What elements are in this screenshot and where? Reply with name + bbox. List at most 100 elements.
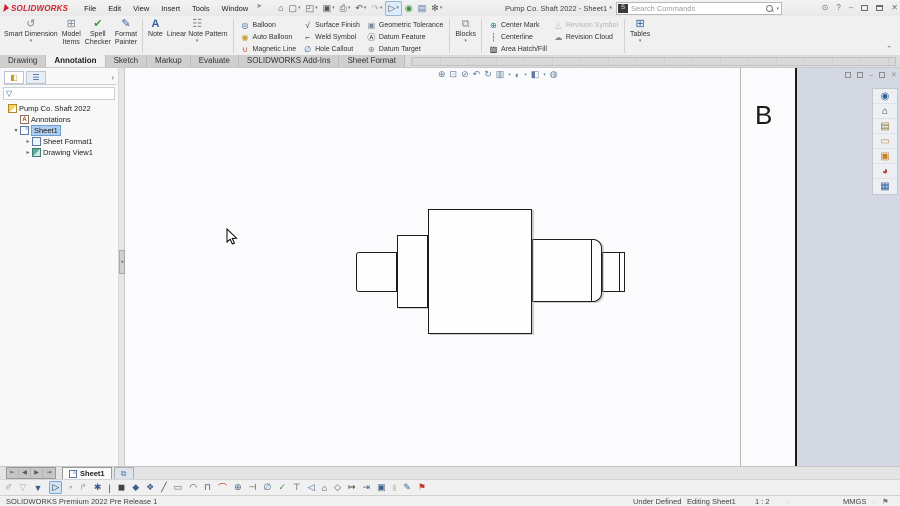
toolbar-icon[interactable]: ✓ (278, 482, 286, 493)
expand-arrow-icon[interactable]: ▸ (24, 138, 32, 145)
search-icon[interactable] (766, 4, 774, 13)
toolbar-icon[interactable]: ✎ (403, 482, 411, 493)
design-library-tab[interactable]: ▤ (873, 119, 897, 134)
menu-window[interactable]: Window (216, 2, 255, 15)
first-sheet-button[interactable]: ⇤ (7, 468, 19, 478)
revision-symbol-button[interactable]: △ Revision Symbol (550, 19, 621, 31)
property-manager-tab-icon[interactable]: ☰ (26, 70, 46, 84)
toolbar-icon[interactable]: ∅ (263, 482, 271, 493)
toolbar-icon[interactable]: ▭ (174, 482, 183, 493)
auto-balloon-button[interactable]: ◉ Auto Balloon (237, 31, 300, 43)
tab-evaluate[interactable]: Evaluate (190, 55, 239, 67)
minimize-button[interactable]: – (849, 3, 853, 12)
file-properties-button[interactable]: ▤ (416, 2, 429, 15)
toolbar-icon[interactable]: ⊣ (249, 482, 257, 493)
view-settings-icon[interactable]: ◐ (515, 70, 520, 80)
centerline-button[interactable]: ┆ Centerline (485, 31, 550, 43)
tab-sheet-format[interactable]: Sheet Format (339, 55, 405, 67)
datum-feature-button[interactable]: Ⓐ Datum Feature (363, 31, 446, 43)
doc-minimize-icon[interactable]: – (869, 72, 873, 79)
toolbar-icon[interactable]: ◼ (118, 482, 125, 493)
rotate-view-icon[interactable]: ↻ (484, 69, 492, 80)
toolbar-icon[interactable]: ⊓ (204, 482, 211, 493)
tab-sketch[interactable]: Sketch (105, 55, 148, 67)
toolbar-icon[interactable]: ◆ (132, 482, 139, 493)
tree-item-sheet1[interactable]: ▾ Sheet1 (12, 125, 118, 136)
undo-button[interactable]: ↶ ▾ (353, 2, 368, 15)
area-hatch-button[interactable]: ▨ Area Hatch/Fill (485, 43, 550, 55)
doc-window-icon[interactable] (845, 72, 851, 78)
datum-target-button[interactable]: ⊕ Datum Target (363, 43, 446, 55)
magnetic-line-button[interactable]: ∪ Magnetic Line (237, 43, 300, 55)
next-sheet-button[interactable]: ▶ (31, 468, 43, 478)
toolbar-icon[interactable]: ⊕ (234, 482, 242, 493)
hole-callout-button[interactable]: ∅ Hole Callout (299, 43, 363, 55)
toolbar-icon[interactable]: ▣ (377, 482, 386, 493)
unit-system[interactable]: MMGS (843, 497, 866, 506)
doc-window-icon[interactable] (857, 72, 863, 78)
weld-symbol-button[interactable]: ⌐ Weld Symbol (299, 31, 363, 43)
search-commands-box[interactable]: S Search Commands ▾ (616, 2, 782, 15)
toolbar-icon[interactable]: ✱ (94, 482, 102, 493)
redo-button[interactable]: ↷ ▾ (369, 2, 384, 15)
toolbar-icon[interactable]: ‖ (393, 483, 397, 493)
toolbar-icon[interactable]: ⌒ (218, 481, 227, 494)
new-document-button[interactable]: ▢ ▾ (287, 2, 303, 15)
search-scope-caret-icon[interactable]: ▾ (776, 6, 779, 12)
hide-show-items-icon[interactable]: ◍ (550, 69, 558, 80)
add-sheet-tab[interactable]: ⧉ (113, 467, 134, 479)
tab-solidworks-add-ins[interactable]: SOLIDWORKS Add-Ins (238, 55, 340, 67)
sheet-scale[interactable]: 1 : 2 (755, 497, 770, 506)
section-view-icon[interactable]: ▥ (496, 69, 505, 80)
doc-restore-icon[interactable] (878, 72, 885, 78)
blocks-button[interactable]: ⧉ Blocks ▾ (453, 17, 478, 55)
custom-properties-tab[interactable]: ▦ (873, 179, 897, 194)
tree-filter-field[interactable]: ▽ (3, 87, 115, 100)
surface-finish-button[interactable]: √ Surface Finish (299, 19, 363, 31)
close-button[interactable]: ✕ (891, 3, 898, 12)
maximize-button[interactable] (876, 4, 884, 11)
toolbar-icon[interactable]: ▽ (20, 482, 27, 493)
chevron-down-icon[interactable]: ▾ (543, 72, 546, 78)
smart-dimension-button[interactable]: ↺ Smart Dimension ▾ (2, 17, 60, 55)
doc-close-icon[interactable]: ✕ (891, 71, 897, 79)
toolbar-icon[interactable]: ❖ (146, 482, 154, 493)
balloon-button[interactable]: ◎ Balloon (237, 19, 300, 31)
toolbar-icon[interactable]: ↱ (79, 482, 87, 493)
graphics-area[interactable]: B ⊕ ⊡ ⊘ ↶ ↻ ▥ ▾ ◐ ▾ ◧ ▾ ◍ – ✕ ◉ ⌂ ▤ ▭ ▣ … (125, 68, 900, 466)
geometric-tolerance-button[interactable]: ▣ Geometric Tolerance (363, 19, 446, 31)
tree-item-annotations[interactable]: A Annotations (12, 114, 118, 125)
account-icon[interactable]: ⊙ (822, 3, 829, 12)
menu-file[interactable]: File (78, 2, 102, 15)
toolbar-icon[interactable]: ╱ (161, 482, 166, 493)
chevron-down-icon[interactable]: ▾ (508, 72, 511, 78)
center-mark-button[interactable]: ⊕ Center Mark (485, 19, 550, 31)
tab-annotation[interactable]: Annotation (46, 55, 106, 67)
toolbar-icon[interactable]: ◇ (334, 482, 341, 493)
view-palette-tab[interactable]: ▣ (873, 149, 897, 164)
zoom-area-icon[interactable]: ⊡ (450, 69, 458, 80)
tab-markup[interactable]: Markup (147, 55, 191, 67)
chevron-down-icon[interactable]: ▾ (524, 72, 527, 78)
toolbar-icon[interactable]: | (108, 483, 110, 493)
menu-insert[interactable]: Insert (155, 2, 186, 15)
previous-view-icon[interactable]: ↶ (473, 69, 481, 80)
model-items-button[interactable]: ⊞ Model Items (60, 17, 83, 55)
options-button[interactable]: ✻ ▾ (429, 2, 444, 15)
tree-item-root[interactable]: Pump Co. Shaft 2022 (0, 103, 118, 114)
tree-item-sheet-format1[interactable]: ▸ Sheet Format1 (24, 136, 118, 147)
home-button[interactable]: ⌂ (276, 2, 285, 14)
appearances-tab[interactable]: ◕ (873, 164, 897, 179)
toolbar-icon[interactable]: ⊤ (293, 482, 301, 493)
file-explorer-tab[interactable]: ▭ (873, 134, 897, 149)
tree-item-drawing-view1[interactable]: ▸ Drawing View1 (24, 147, 118, 158)
tab-drawing[interactable]: Drawing (0, 55, 47, 67)
sheet1-tab[interactable]: Sheet1 (62, 467, 112, 479)
search-input[interactable]: Search Commands (631, 4, 766, 13)
last-sheet-button[interactable]: ⇥ (43, 468, 55, 478)
solidworks-resources-tab[interactable]: ⌂ (873, 104, 897, 119)
chevron-down-icon[interactable]: ▾ (69, 484, 72, 491)
previous-sheet-button[interactable]: ◀ (19, 468, 31, 478)
linear-note-pattern-button[interactable]: ☷ Linear Note Pattern ▾ (165, 17, 230, 55)
note-button[interactable]: A Note (146, 17, 165, 55)
